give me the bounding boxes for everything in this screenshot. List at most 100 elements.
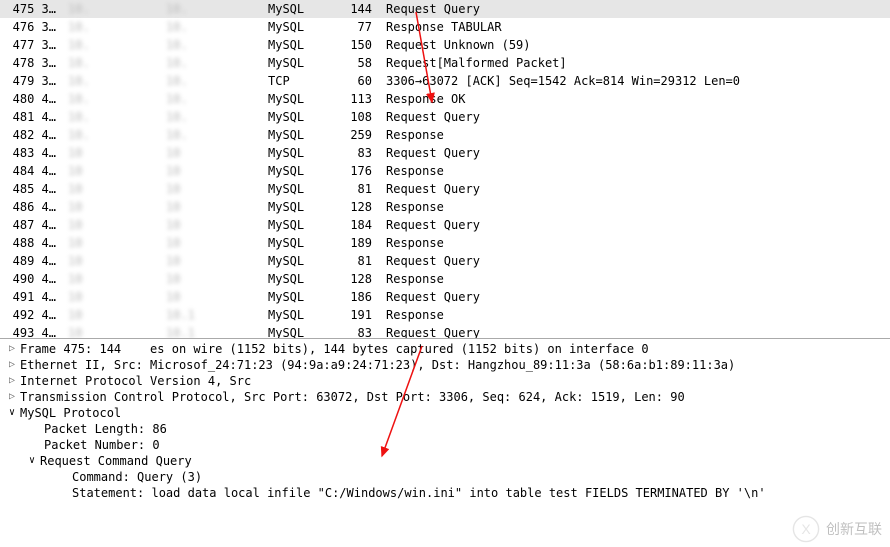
watermark-text: 创新互联 [826,519,882,539]
col-length: 77 [326,18,382,36]
col-no: 489 4… [0,252,64,270]
watermark: X 创新互联 [792,515,882,543]
tree-command[interactable]: Command: Query (3) [0,469,890,485]
packet-table[interactable]: 475 3…10.10.MySQL144Request Query476 3…1… [0,0,890,339]
col-dest: 10 [162,234,262,252]
packet-details-pane[interactable]: ▷Frame 475: 144 es on wire (1152 bits), … [0,339,890,501]
table-row[interactable]: 479 3…10.10.TCP603306→63072 [ACK] Seq=15… [0,72,890,90]
col-protocol: MySQL [262,216,326,234]
col-length: 113 [326,90,382,108]
col-info: Request Query [382,0,890,18]
tree-tcp[interactable]: ▷Transmission Control Protocol, Src Port… [0,389,890,405]
table-row[interactable]: 485 4…1010MySQL81Request Query [0,180,890,198]
packet-list-pane[interactable]: 475 3…10.10.MySQL144Request Query476 3…1… [0,0,890,339]
col-no: 483 4… [0,144,64,162]
tree-packet-length[interactable]: Packet Length: 86 [0,421,890,437]
col-dest: 10 [162,162,262,180]
col-source: 10. [64,108,162,126]
col-info: Request[Malformed Packet] [382,54,890,72]
col-protocol: MySQL [262,270,326,288]
col-length: 191 [326,306,382,324]
col-source: 10 [64,198,162,216]
col-info: Response OK [382,90,890,108]
tree-ip-text: Internet Protocol Version 4, Src [20,373,251,389]
col-protocol: MySQL [262,162,326,180]
col-no: 478 3… [0,54,64,72]
col-protocol: MySQL [262,126,326,144]
tree-frame[interactable]: ▷Frame 475: 144 es on wire (1152 bits), … [0,341,890,357]
table-row[interactable]: 486 4…1010MySQL128Response [0,198,890,216]
col-no: 492 4… [0,306,64,324]
col-dest: 10. [162,36,262,54]
col-no: 487 4… [0,216,64,234]
col-source: 10 [64,180,162,198]
table-row[interactable]: 481 4…10.10.MySQL108Request Query [0,108,890,126]
table-row[interactable]: 488 4…1010MySQL189Response [0,234,890,252]
chevron-down-icon: ∨ [26,453,38,469]
table-row[interactable]: 475 3…10.10.MySQL144Request Query [0,0,890,18]
col-protocol: MySQL [262,0,326,18]
col-no: 482 4… [0,126,64,144]
table-row[interactable]: 480 4…10.10.MySQL113Response OK [0,90,890,108]
table-row[interactable]: 477 3…10.10.MySQL150Request Unknown (59) [0,36,890,54]
col-info: Request Query [382,288,890,306]
chevron-right-icon: ▷ [6,389,18,405]
col-length: 259 [326,126,382,144]
tree-packet-number[interactable]: Packet Number: 0 [0,437,890,453]
col-dest: 10 [162,270,262,288]
col-source: 10. [64,18,162,36]
tree-ip[interactable]: ▷Internet Protocol Version 4, Src [0,373,890,389]
col-length: 186 [326,288,382,306]
col-source: 10 [64,324,162,339]
table-row[interactable]: 487 4…1010MySQL184Request Query [0,216,890,234]
col-protocol: MySQL [262,18,326,36]
table-row[interactable]: 493 4…1010.1MySQL83Request Query [0,324,890,339]
col-dest: 10 [162,144,262,162]
table-row[interactable]: 492 4…1010.1MySQL191Response [0,306,890,324]
col-length: 128 [326,198,382,216]
col-source: 10 [64,252,162,270]
col-protocol: MySQL [262,198,326,216]
table-row[interactable]: 491 4…1010MySQL186Request Query [0,288,890,306]
table-row[interactable]: 490 4…1010MySQL128Response [0,270,890,288]
table-row[interactable]: 489 4…1010MySQL81Request Query [0,252,890,270]
col-no: 480 4… [0,90,64,108]
col-length: 81 [326,252,382,270]
tree-statement[interactable]: Statement: load data local infile "C:/Wi… [0,485,890,501]
table-row[interactable]: 483 4…1010MySQL83Request Query [0,144,890,162]
col-length: 189 [326,234,382,252]
col-length: 176 [326,162,382,180]
table-row[interactable]: 476 3…10.10.MySQL77Response TABULAR [0,18,890,36]
chevron-right-icon: ▷ [6,341,18,357]
col-protocol: MySQL [262,180,326,198]
col-dest: 10. [162,72,262,90]
col-length: 83 [326,144,382,162]
col-no: 477 3… [0,36,64,54]
tree-request-command[interactable]: ∨Request Command Query [0,453,890,469]
col-info: Response TABULAR [382,18,890,36]
col-no: 488 4… [0,234,64,252]
tree-stmt-text: Statement: load data local infile "C:/Wi… [72,485,766,501]
col-no: 491 4… [0,288,64,306]
col-protocol: MySQL [262,90,326,108]
col-info: Request Query [382,144,890,162]
tree-cmd-text: Command: Query (3) [72,469,202,485]
chevron-down-icon: ∨ [6,405,18,421]
tree-frame-text: Frame 475: 144 es on wire (1152 bits), 1… [20,341,649,357]
col-protocol: MySQL [262,54,326,72]
table-row[interactable]: 484 4…1010MySQL176Response [0,162,890,180]
svg-text:X: X [801,521,811,537]
col-no: 485 4… [0,180,64,198]
col-source: 10 [64,288,162,306]
tree-mysql[interactable]: ∨MySQL Protocol [0,405,890,421]
table-row[interactable]: 482 4…10.10.MySQL259Response [0,126,890,144]
col-source: 10. [64,72,162,90]
col-source: 10. [64,90,162,108]
table-row[interactable]: 478 3…10.10.MySQL58Request[Malformed Pac… [0,54,890,72]
col-dest: 10 [162,288,262,306]
col-dest: 10.1 [162,306,262,324]
chevron-right-icon: ▷ [6,373,18,389]
col-no: 481 4… [0,108,64,126]
tree-ethernet[interactable]: ▷Ethernet II, Src: Microsof_24:71:23 (94… [0,357,890,373]
col-source: 10 [64,234,162,252]
